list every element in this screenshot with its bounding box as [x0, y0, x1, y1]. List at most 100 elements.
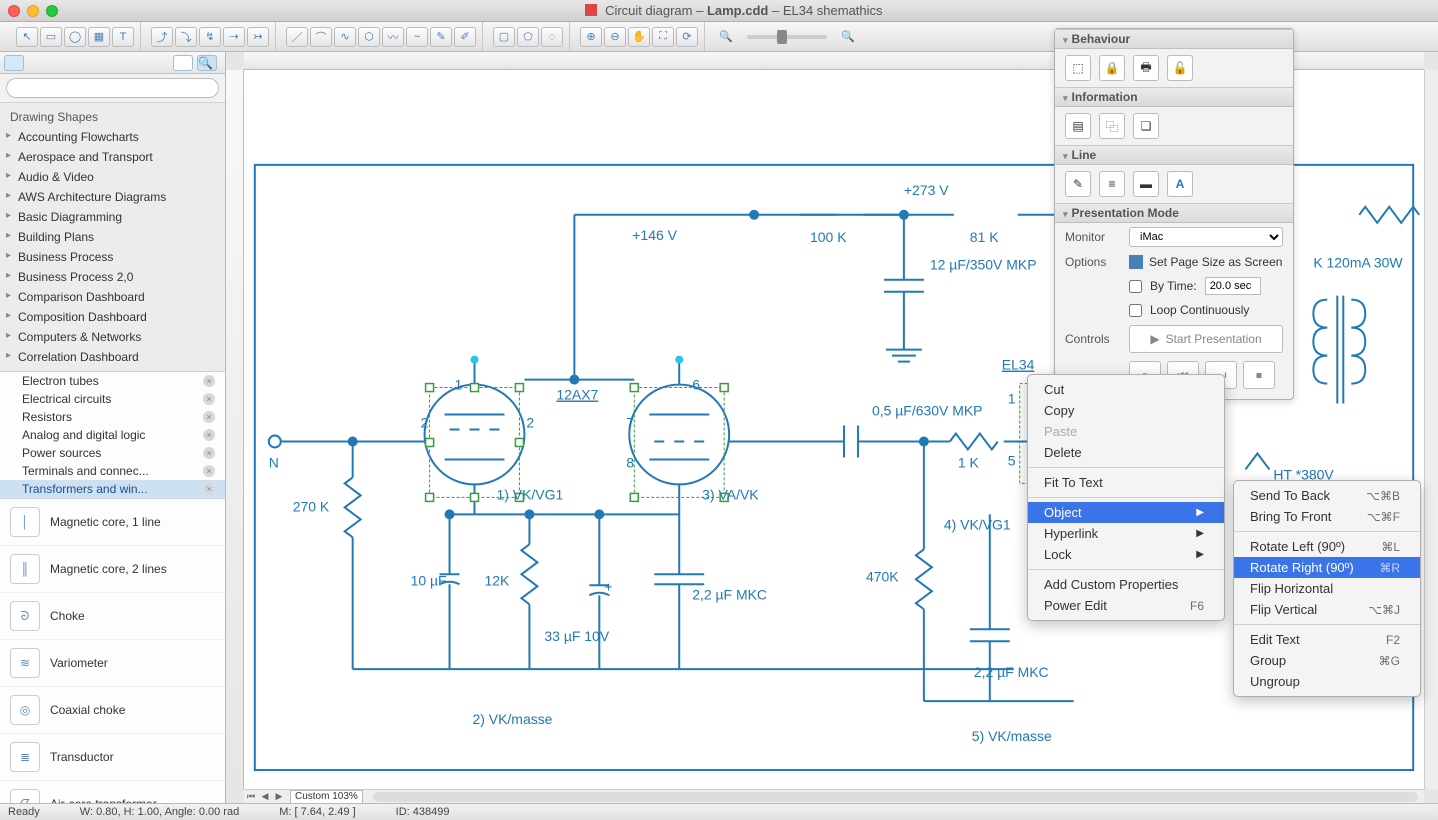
section-presentation[interactable]: Presentation Mode [1055, 203, 1293, 223]
text-tool[interactable]: T [112, 27, 134, 47]
ellipse-tool[interactable]: ◯ [64, 27, 86, 47]
cm-lock[interactable]: Lock▶ [1028, 544, 1224, 565]
scroll-first[interactable]: ⏮ [244, 790, 258, 804]
lasso-free[interactable]: ◌ [541, 27, 563, 47]
category-item[interactable]: Accounting Flowcharts [0, 127, 225, 147]
category-item[interactable]: Correlation Dashboard [0, 347, 225, 367]
sidebar-search-icon[interactable]: 🔍 [197, 55, 217, 71]
line-weight-icon[interactable]: ≡ [1099, 171, 1125, 197]
set-page-label[interactable]: Set Page Size as Screen [1149, 255, 1282, 269]
pan-tool[interactable]: ✋ [628, 27, 650, 47]
library-row[interactable]: Power sources× [0, 444, 225, 462]
scrollbar-vertical[interactable] [1424, 70, 1438, 789]
cm-cut[interactable]: Cut [1028, 379, 1224, 400]
category-item[interactable]: Basic Diagramming [0, 207, 225, 227]
library-row[interactable]: Electrical circuits× [0, 390, 225, 408]
info-page-icon[interactable]: ▤ [1065, 113, 1091, 139]
scroll-prev[interactable]: ◀ [258, 790, 272, 804]
close-lib-icon[interactable]: × [203, 429, 215, 441]
cm-flip-horizontal[interactable]: Flip Horizontal [1234, 578, 1420, 599]
line-text-icon[interactable]: A [1167, 171, 1193, 197]
cm-send-to-back[interactable]: Send To Back⌥⌘B [1234, 485, 1420, 506]
stencil-item[interactable]: │Magnetic core, 1 line [0, 499, 225, 546]
zoom-out-tool[interactable]: ⊖ [604, 27, 626, 47]
stencil-item[interactable]: ║Magnetic core, 2 lines [0, 546, 225, 593]
category-item[interactable]: Business Process 2,0 [0, 267, 225, 287]
line-tool[interactable]: ／ [286, 27, 308, 47]
line-color-icon[interactable]: ▬ [1133, 171, 1159, 197]
rotate-tool[interactable]: ⟳ [676, 27, 698, 47]
library-row-active[interactable]: Transformers and win...× [0, 480, 225, 498]
behaviour-bounds-icon[interactable]: ⬚ [1065, 55, 1091, 81]
fullscreen-tool[interactable]: ⛶ [652, 27, 674, 47]
category-item[interactable]: Composition Dashboard [0, 307, 225, 327]
stencil-item[interactable]: ᗧAir-core transformer [0, 781, 225, 803]
close-lib-icon[interactable]: × [203, 447, 215, 459]
section-line[interactable]: Line [1055, 145, 1293, 165]
section-information[interactable]: Information [1055, 87, 1293, 107]
cm-ungroup[interactable]: Ungroup [1234, 671, 1420, 692]
connector-5[interactable]: ↣ [247, 27, 269, 47]
loop-checkbox[interactable] [1129, 304, 1142, 317]
line-pen-icon[interactable]: ✎ [1065, 171, 1091, 197]
sidebar-grid-icon[interactable] [173, 55, 193, 71]
arc-tool[interactable]: ⌒ [310, 27, 332, 47]
cm-bring-to-front[interactable]: Bring To Front⌥⌘F [1234, 506, 1420, 527]
close-lib-icon[interactable]: × [203, 375, 215, 387]
cm-edit-text[interactable]: Edit TextF2 [1234, 629, 1420, 650]
connector-2[interactable]: ⤵ [175, 27, 197, 47]
category-item[interactable]: Business Process [0, 247, 225, 267]
cursor-tool[interactable]: ↖ [16, 27, 38, 47]
zoom-plus[interactable]: 🔍 [837, 27, 859, 47]
curve-tool[interactable]: ~ [406, 27, 428, 47]
scribble-tool[interactable]: ✐ [454, 27, 476, 47]
stencil-item[interactable]: ≋Variometer [0, 640, 225, 687]
cm-add-custom-props[interactable]: Add Custom Properties [1028, 574, 1224, 595]
cm-flip-vertical[interactable]: Flip Vertical⌥⌘J [1234, 599, 1420, 620]
zoom-minus[interactable]: 🔍 [715, 27, 737, 47]
scroll-track[interactable] [373, 792, 1418, 802]
category-item[interactable]: Building Plans [0, 227, 225, 247]
stencil-item[interactable]: ᘐChoke [0, 593, 225, 640]
cm-hyperlink[interactable]: Hyperlink▶ [1028, 523, 1224, 544]
freehand-tool[interactable]: ✎ [430, 27, 452, 47]
stop-button[interactable]: ⏹ [1243, 361, 1275, 389]
category-item[interactable]: Audio & Video [0, 167, 225, 187]
info-window-icon[interactable]: ❏ [1133, 113, 1159, 139]
sidebar-search-input[interactable] [6, 78, 219, 98]
cm-power-edit[interactable]: Power EditF6 [1028, 595, 1224, 616]
close-lib-icon[interactable]: × [203, 483, 215, 495]
category-item[interactable]: AWS Architecture Diagrams [0, 187, 225, 207]
lasso-poly[interactable]: ⬠ [517, 27, 539, 47]
connector-1[interactable]: ⤴ [151, 27, 173, 47]
library-row[interactable]: Resistors× [0, 408, 225, 426]
library-row[interactable]: Terminals and connec...× [0, 462, 225, 480]
stencil-item[interactable]: ◎Coaxial choke [0, 687, 225, 734]
library-row[interactable]: Analog and digital logic× [0, 426, 225, 444]
by-time-input[interactable] [1205, 277, 1261, 295]
minimize-window-button[interactable] [27, 5, 39, 17]
zoom-combo[interactable]: Custom 103% [290, 790, 363, 804]
sidebar-tree-icon[interactable] [4, 55, 24, 71]
section-behaviour[interactable]: Behaviour [1055, 29, 1293, 49]
cm-delete[interactable]: Delete [1028, 442, 1224, 463]
start-presentation-button[interactable]: ▶ Start Presentation [1129, 325, 1283, 353]
behaviour-print-icon[interactable]: 🖶 [1133, 55, 1159, 81]
scrollbar-horizontal[interactable]: ⏮ ◀ ▶ Custom 103% [244, 789, 1424, 803]
close-lib-icon[interactable]: × [203, 411, 215, 423]
behaviour-unlock-icon[interactable]: 🔓 [1167, 55, 1193, 81]
close-lib-icon[interactable]: × [203, 393, 215, 405]
monitor-select[interactable]: iMac [1129, 227, 1283, 247]
close-window-button[interactable] [8, 5, 20, 17]
zoom-slider[interactable] [747, 35, 827, 39]
rect-tool[interactable]: ▭ [40, 27, 62, 47]
info-copy-icon[interactable]: ⿻ [1099, 113, 1125, 139]
zoom-thumb[interactable] [777, 30, 787, 44]
category-item[interactable]: Comparison Dashboard [0, 287, 225, 307]
cm-group[interactable]: Group⌘G [1234, 650, 1420, 671]
library-row[interactable]: Electron tubes× [0, 372, 225, 390]
lasso-rect[interactable]: ▢ [493, 27, 515, 47]
close-lib-icon[interactable]: × [203, 465, 215, 477]
connector-3[interactable]: ↯ [199, 27, 221, 47]
spline-tool[interactable]: ∿ [334, 27, 356, 47]
